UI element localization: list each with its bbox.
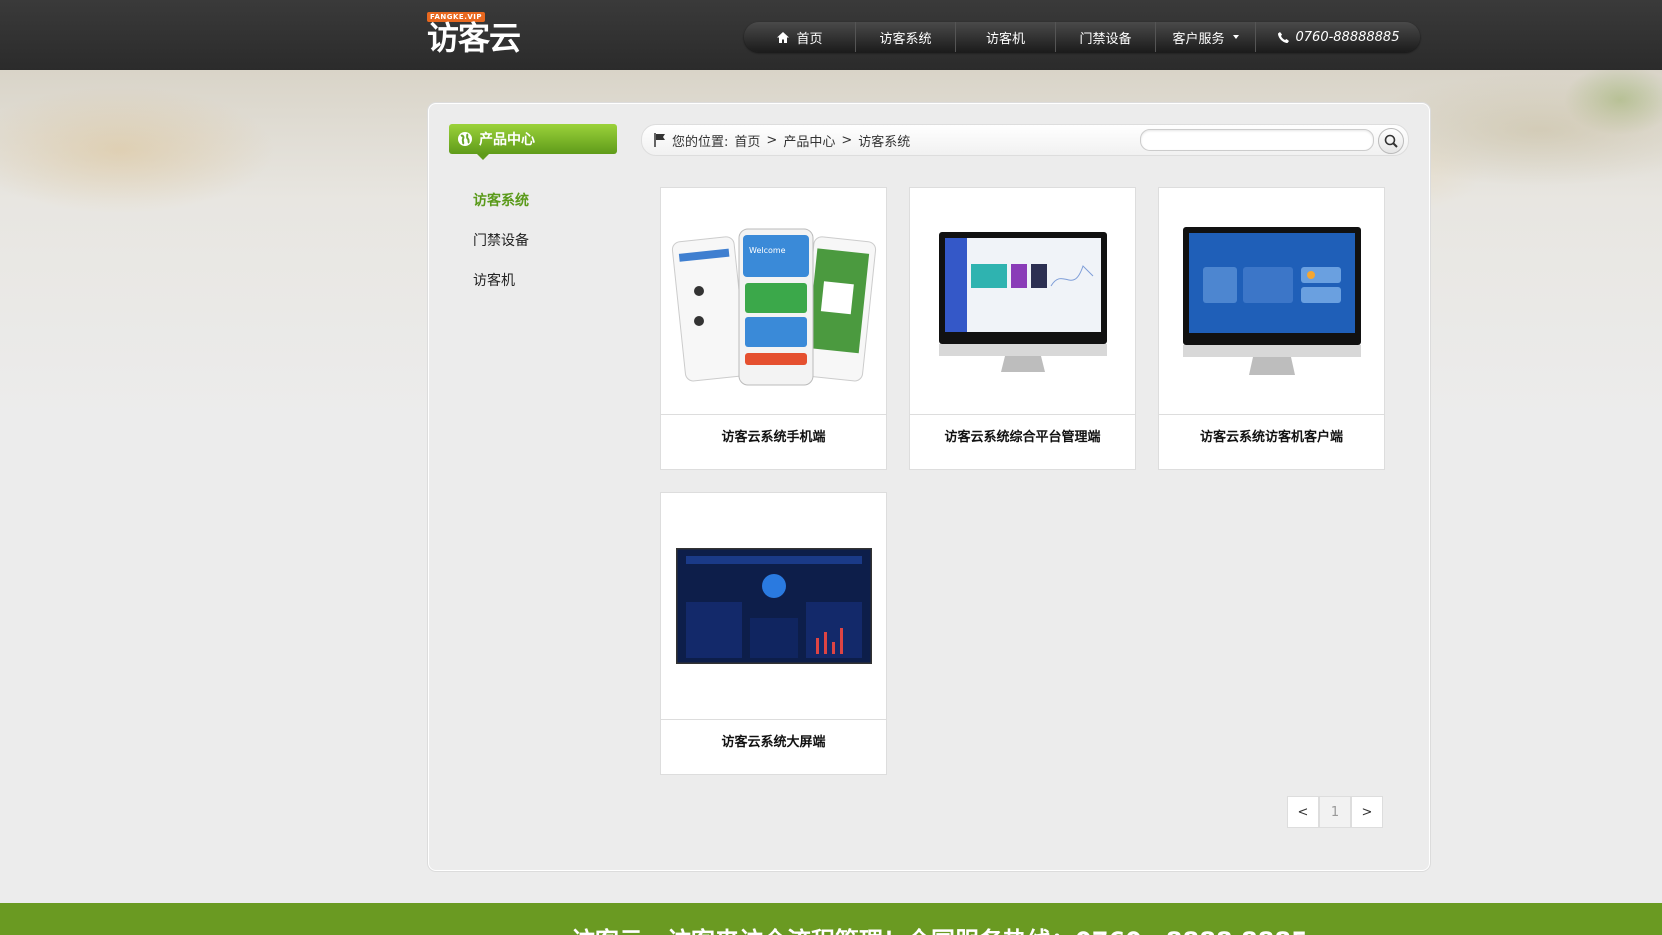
nav-visitor-system-label: 访客系统 xyxy=(879,31,932,47)
home-icon xyxy=(777,31,790,43)
product-image-kiosk xyxy=(1159,188,1384,415)
breadcrumb-prefix: 您的位置: xyxy=(672,134,729,150)
product-image-large-screen xyxy=(661,493,886,720)
search-icon xyxy=(1384,134,1398,148)
category-title: 产品中心 xyxy=(479,132,535,148)
nav-home-label: 首页 xyxy=(796,31,823,47)
main-nav: 首页 访客系统 访客机 门禁设备 客户服务 0760-88888885 xyxy=(744,22,1420,52)
breadcrumb-product-center[interactable]: 产品中心 xyxy=(783,131,835,150)
footer-hotline-text: 访客云，访客来访全流程管理！全国服务热线：0760－8888 8885 xyxy=(571,921,1308,935)
phone-number: 0760-88888885 xyxy=(1295,29,1400,45)
product-card[interactable]: Welcome 访客云系统手机端 xyxy=(660,187,887,470)
product-image-phone: Welcome xyxy=(661,188,886,415)
sidebar-item-visitor-machine[interactable]: 访客机 xyxy=(473,270,529,310)
flag-icon xyxy=(654,133,665,147)
page-number-current[interactable]: 1 xyxy=(1319,796,1351,828)
phone-icon xyxy=(1277,31,1289,43)
nav-customer-service-label: 客户服务 xyxy=(1172,31,1225,47)
product-title: 访客云系统综合平台管理端 xyxy=(944,430,1101,445)
breadcrumb-separator: > xyxy=(841,132,853,148)
next-page-button[interactable]: > xyxy=(1351,796,1383,828)
product-image-dashboard xyxy=(910,188,1135,415)
prev-page-button[interactable]: < xyxy=(1287,796,1319,828)
nav-customer-service[interactable]: 客户服务 xyxy=(1156,22,1256,52)
sidebar-menu: 访客系统 门禁设备 访客机 xyxy=(473,190,529,310)
breadcrumb-home[interactable]: 首页 xyxy=(734,131,760,150)
product-card[interactable]: 访客云系统访客机客户端 xyxy=(1158,187,1385,470)
product-title: 访客云系统大屏端 xyxy=(721,735,826,750)
svg-text:Welcome: Welcome xyxy=(749,246,786,255)
nav-access-control[interactable]: 门禁设备 xyxy=(1056,22,1156,52)
search-input[interactable] xyxy=(1140,129,1374,151)
nav-visitor-system[interactable]: 访客系统 xyxy=(856,22,956,52)
product-card[interactable]: 访客云系统综合平台管理端 xyxy=(909,187,1136,470)
nav-access-control-label: 门禁设备 xyxy=(1079,31,1132,47)
product-card[interactable]: 访客云系统大屏端 xyxy=(660,492,887,775)
footer-banner: 访客云，访客来访全流程管理！全国服务热线：0760－8888 8885 xyxy=(0,903,1662,935)
nav-visitor-machine[interactable]: 访客机 xyxy=(956,22,1056,52)
search-button[interactable] xyxy=(1378,128,1404,154)
top-header: FANGKE.VIP 访客云 首页 访客系统 访客机 门禁设备 客户服务 076… xyxy=(0,0,1662,70)
breadcrumb: 您的位置: 首页 > 产品中心 > 访客系统 xyxy=(641,124,1409,156)
nav-phone[interactable]: 0760-88888885 xyxy=(1256,22,1420,52)
content-panel: 产品中心 访客系统 门禁设备 访客机 您的位置: 首页 > 产品中心 > 访客系… xyxy=(428,103,1430,871)
breadcrumb-current[interactable]: 访客系统 xyxy=(858,131,910,150)
logo-text: 访客云 xyxy=(427,19,521,57)
category-header: 产品中心 xyxy=(449,124,617,160)
nav-home[interactable]: 首页 xyxy=(744,22,856,52)
product-title: 访客云系统手机端 xyxy=(721,430,826,445)
sidebar-item-visitor-system[interactable]: 访客系统 xyxy=(473,190,529,230)
globe-icon xyxy=(458,132,472,146)
chevron-down-icon xyxy=(1232,35,1239,39)
site-logo[interactable]: FANGKE.VIP 访客云 xyxy=(427,10,527,58)
sidebar-item-access-control[interactable]: 门禁设备 xyxy=(473,230,529,270)
breadcrumb-separator: > xyxy=(766,132,778,148)
product-title: 访客云系统访客机客户端 xyxy=(1199,430,1343,445)
pagination: < 1 > xyxy=(1287,796,1383,828)
nav-visitor-machine-label: 访客机 xyxy=(985,31,1025,47)
